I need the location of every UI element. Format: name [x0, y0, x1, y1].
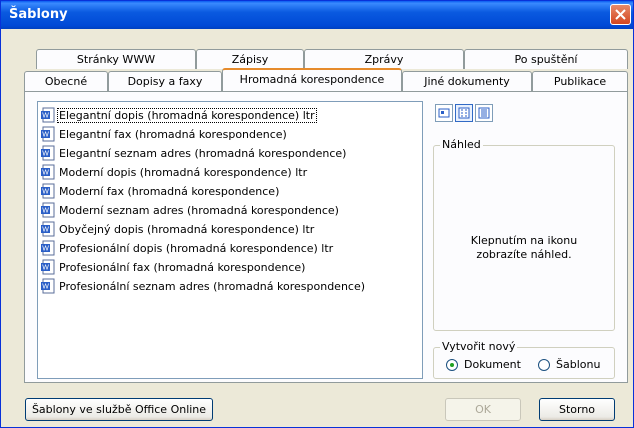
preview-group: Náhled Klepnutím na ikonu zobrazíte náhl… — [433, 138, 615, 331]
list-item[interactable]: W Moderní seznam adres (hromadná korespo… — [40, 201, 340, 219]
svg-text:W: W — [42, 227, 49, 234]
office-online-button[interactable]: Šablony ve službě Office Online — [25, 398, 213, 421]
word-template-icon: W — [41, 107, 55, 123]
template-list[interactable]: W Elegantní dopis (hromadná korespondenc… — [37, 101, 423, 379]
list-view-icon — [458, 107, 470, 119]
list-item[interactable]: W Elegantní fax (hromadná korespondence) — [40, 125, 288, 143]
svg-text:W: W — [42, 208, 49, 215]
cancel-button[interactable]: Storno — [539, 398, 615, 421]
list-item[interactable]: W Profesionální dopis (hromadná korespon… — [40, 239, 334, 257]
svg-text:W: W — [42, 132, 49, 139]
tab-zpravy[interactable]: Zprávy — [304, 49, 464, 69]
title-bar: Šablony — [1, 1, 633, 29]
window-title: Šablony — [9, 7, 68, 22]
radio-template[interactable]: Šablonu — [538, 358, 600, 371]
svg-text:W: W — [42, 151, 49, 158]
word-template-icon: W — [41, 126, 55, 142]
tab-dopisy-a-faxy[interactable]: Dopisy a faxy — [108, 71, 222, 91]
word-template-icon: W — [41, 221, 55, 237]
word-template-icon: W — [41, 164, 55, 180]
svg-text:W: W — [42, 284, 49, 291]
word-template-icon: W — [41, 240, 55, 256]
list-item[interactable]: W Obyčejný dopis (hromadná korespondence… — [40, 220, 315, 238]
details-view-icon — [478, 107, 490, 119]
large-icons-view-icon — [438, 108, 450, 118]
word-template-icon: W — [41, 183, 55, 199]
tab-publikace[interactable]: Publikace — [532, 71, 628, 91]
svg-text:W: W — [42, 189, 49, 196]
create-new-group: Vytvořit nový Dokument Šablonu — [433, 340, 615, 379]
word-template-icon: W — [41, 278, 55, 294]
tab-hromadna-korespondence[interactable]: Hromadná korespondence — [222, 68, 402, 91]
create-new-label: Vytvořit nový — [440, 340, 518, 353]
tab-stranky-www[interactable]: Stránky WWW — [36, 49, 196, 69]
tab-zapisy[interactable]: Zápisy — [196, 49, 304, 69]
radio-document-indicator[interactable] — [446, 358, 458, 371]
word-template-icon: W — [41, 145, 55, 161]
list-item[interactable]: W Moderní fax (hromadná korespondence) — [40, 182, 280, 200]
tab-po-spusteni[interactable]: Po spuštění — [464, 49, 628, 69]
tab-obecne[interactable]: Obecné — [24, 71, 108, 91]
svg-text:W: W — [42, 170, 49, 177]
svg-text:W: W — [42, 246, 49, 253]
list-item[interactable]: W Moderní dopis (hromadná korespondence)… — [40, 163, 308, 181]
list-view-button[interactable] — [455, 104, 473, 122]
details-view-button[interactable] — [475, 104, 493, 122]
preview-label: Náhled — [440, 138, 483, 151]
close-icon — [615, 9, 626, 20]
close-button[interactable] — [610, 4, 631, 25]
list-item[interactable]: W Elegantní seznam adres (hromadná kores… — [40, 144, 347, 162]
svg-text:W: W — [42, 113, 49, 120]
list-item[interactable]: W Profesionální seznam adres (hromadná k… — [40, 277, 366, 295]
templates-dialog: Šablony Stránky WWW Zápisy Zprávy Po spu… — [0, 0, 634, 428]
tab-jine-dokumenty[interactable]: Jiné dokumenty — [402, 71, 532, 91]
large-icons-view-button[interactable] — [435, 104, 453, 122]
word-template-icon: W — [41, 259, 55, 275]
list-item[interactable]: W Profesionální fax (hromadná koresponde… — [40, 258, 306, 276]
list-item[interactable]: W Elegantní dopis (hromadná korespondenc… — [40, 106, 317, 124]
ok-button[interactable]: OK — [445, 398, 521, 421]
word-template-icon: W — [41, 202, 55, 218]
radio-document[interactable]: Dokument — [446, 358, 521, 371]
preview-message: Klepnutím na ikonu zobrazíte náhled. — [470, 234, 578, 261]
svg-text:W: W — [42, 265, 49, 272]
radio-template-indicator[interactable] — [538, 358, 550, 371]
